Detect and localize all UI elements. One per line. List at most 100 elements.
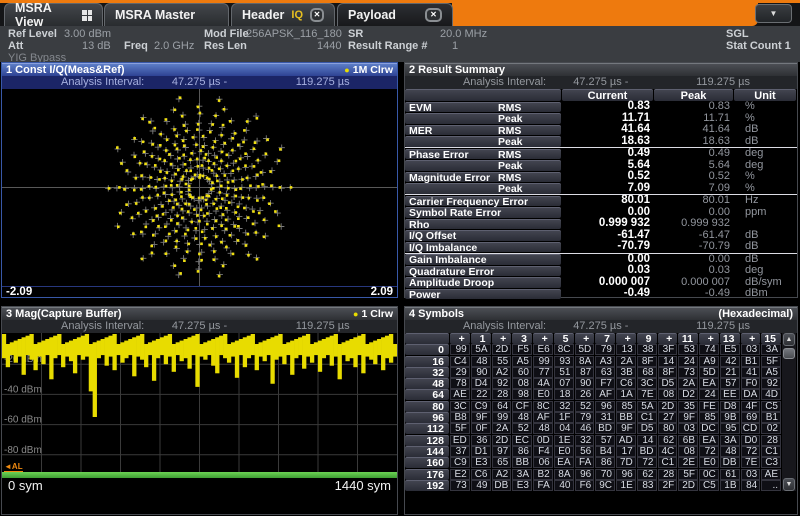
symbol-hex-cell: 2A bbox=[616, 356, 636, 367]
close-tab-icon[interactable]: ✕ bbox=[310, 8, 324, 22]
symbol-hex-cell: F5 bbox=[512, 344, 532, 355]
symbol-hex-cell: 9C bbox=[595, 480, 615, 491]
mag-trace-area[interactable]: -20 dBm-40 dBm-60 dBm-80 dBm bbox=[2, 333, 397, 472]
scroll-down-button[interactable]: ▼ bbox=[783, 478, 795, 491]
result-subtype: RMS bbox=[498, 103, 521, 114]
symbol-hex-cell: 72 bbox=[741, 446, 761, 457]
result-unit: dB bbox=[734, 124, 792, 136]
symbol-hex-cell: 21 bbox=[720, 367, 740, 378]
tab-header[interactable]: Header IQ ✕ bbox=[231, 3, 335, 26]
symbol-hex-cell: 64 bbox=[492, 401, 512, 412]
symbol-hex-cell: 27 bbox=[658, 412, 678, 423]
symbol-hex-cell: 26 bbox=[575, 389, 595, 400]
analysis-interval-from: 47.275 µs - bbox=[573, 76, 628, 88]
tab-label: Payload bbox=[348, 8, 396, 22]
x-axis-max: 2.09 bbox=[371, 287, 393, 297]
analysis-line-marker[interactable]: ◄AL bbox=[4, 462, 23, 472]
constellation-plot[interactable] bbox=[2, 89, 397, 286]
symbol-hex-cell: AF bbox=[533, 412, 553, 423]
result-peak-value: 18.63 bbox=[654, 136, 733, 148]
symbol-hex-cell: 08 bbox=[678, 446, 698, 457]
ref-level-value[interactable]: 3.00 dBm bbox=[64, 28, 111, 40]
result-subtype: Peak bbox=[498, 184, 523, 195]
symbols-titlebar[interactable]: 4 Symbols (Hexadecimal) bbox=[405, 307, 797, 320]
symbol-hex-cell: 3C bbox=[637, 378, 657, 389]
result-summary-titlebar[interactable]: 2 Result Summary bbox=[405, 63, 797, 76]
scrollbar-thumb[interactable] bbox=[783, 348, 795, 359]
result-row: Quadrature Error0.030.03deg bbox=[405, 265, 797, 277]
result-row: I/Q Offset-61.47-61.47dB bbox=[405, 230, 797, 242]
symbol-hex-cell: 62 bbox=[658, 435, 678, 446]
symbol-hex-cell: 1E bbox=[554, 435, 574, 446]
symbol-hex-cell: BB bbox=[616, 412, 636, 423]
symbol-hex-cell: 5F bbox=[761, 356, 781, 367]
scroll-up-button[interactable]: ▲ bbox=[783, 333, 795, 346]
tab-msra-view[interactable]: MSRA View bbox=[4, 3, 103, 26]
tab-payload[interactable]: Payload ✕ bbox=[337, 3, 453, 26]
close-tab-icon[interactable]: ✕ bbox=[425, 8, 442, 22]
symbol-hex-cell: 14 bbox=[637, 435, 657, 446]
symbol-hex-cell: 55 bbox=[492, 356, 512, 367]
mag-plot[interactable]: -20 dBm-40 dBm-60 dBm-80 dBm ◄AL 0 sym 1… bbox=[2, 333, 397, 493]
symbol-hex-cell: 60 bbox=[512, 367, 532, 378]
result-unit: dB bbox=[734, 230, 792, 242]
analysis-interval-label: Analysis Interval: bbox=[61, 76, 144, 88]
result-row: Gain Imbalance0.000.00dB bbox=[405, 253, 797, 266]
symbol-hex-cell: 2F bbox=[658, 480, 678, 491]
res-len-value[interactable]: 1440 bbox=[317, 40, 341, 52]
analysis-interval-bar: Analysis Interval: 47.275 µs - 119.275 µ… bbox=[2, 320, 397, 333]
symbol-hex-cell: 5F bbox=[678, 469, 698, 480]
result-current-value: 0.49 bbox=[562, 148, 653, 160]
symbol-hex-cell: C6 bbox=[616, 378, 636, 389]
result-subtype: Peak bbox=[498, 137, 523, 148]
mod-file-value[interactable]: 256APSK_116_180 bbox=[246, 28, 342, 40]
result-row: Carrier Frequency Error80.0180.01Hz bbox=[405, 194, 797, 207]
measurement-info-bar: Ref Level 3.00 dBm Mod File 256APSK_116_… bbox=[0, 26, 800, 62]
symbol-hex-cell: FE bbox=[699, 401, 719, 412]
result-label-cell: Gain Imbalance bbox=[405, 254, 561, 265]
symbol-hex-cell: E3 bbox=[512, 480, 532, 491]
result-name: Magnitude Error bbox=[409, 173, 490, 184]
symbol-hex-cell: C3 bbox=[761, 457, 781, 468]
symbols-column-header: 13 bbox=[720, 333, 740, 344]
symbol-hex-cell: 72 bbox=[699, 446, 719, 457]
freq-value[interactable]: 2.0 GHz bbox=[154, 40, 194, 52]
symbol-hex-cell: 9F bbox=[616, 423, 636, 434]
const-iq-titlebar[interactable]: 1 Const I/Q(Meas&Ref) ● 1M Clrw bbox=[2, 63, 397, 76]
result-current-value: 7.09 bbox=[562, 183, 653, 195]
result-current-value: 0.52 bbox=[562, 171, 653, 183]
symbol-hex-cell: 51 bbox=[554, 367, 574, 378]
symbols-row: 4878D492084A0790F7C63CD52AEA57F092 bbox=[405, 378, 781, 389]
symbols-column-header: + bbox=[575, 333, 595, 344]
result-name: EVM bbox=[409, 103, 432, 114]
symbol-hex-cell: 90 bbox=[575, 378, 595, 389]
constellation-x-axis: -2.09 2.09 bbox=[2, 286, 397, 297]
tab-msra-master[interactable]: MSRA Master bbox=[104, 3, 229, 26]
header-unit: Unit bbox=[734, 89, 796, 101]
result-peak-value: 80.01 bbox=[654, 195, 733, 207]
symbol-hex-cell: 4D bbox=[761, 389, 781, 400]
sr-label: SR bbox=[348, 28, 363, 40]
symbols-row: 1125F0F2A52480446BD9FD58003DC95CD02 bbox=[405, 423, 781, 434]
trace-mode-label: 1 Clrw bbox=[361, 308, 393, 320]
symbols-row: 96B89F9948AF1F7931BBC1279F859B69B1 bbox=[405, 412, 781, 423]
mag-capture-titlebar[interactable]: 3 Mag(Capture Buffer) ● 1 Clrw bbox=[2, 307, 397, 320]
symbols-scrollbar[interactable]: ▲ ▼ bbox=[782, 333, 796, 491]
att-value[interactable]: 13 dB bbox=[82, 40, 111, 52]
sr-value[interactable]: 20.0 MHz bbox=[440, 28, 487, 40]
result-name: I/Q Imbalance bbox=[409, 243, 477, 254]
tab-list-dropdown-button[interactable]: ▼ bbox=[755, 4, 792, 23]
symbol-hex-cell: 28 bbox=[761, 435, 781, 446]
symbol-hex-cell: 03 bbox=[678, 423, 698, 434]
symbol-hex-cell: 65 bbox=[492, 457, 512, 468]
symbols-row-address: 176 bbox=[405, 469, 449, 480]
result-peak-value: 0.999 932 bbox=[654, 218, 733, 230]
symbol-hex-cell: C4 bbox=[450, 356, 470, 367]
analysis-line-label: AL bbox=[12, 462, 23, 471]
result-label-cell: Power bbox=[405, 289, 561, 300]
symbol-hex-cell: F4 bbox=[533, 446, 553, 457]
symbol-hex-cell: C1 bbox=[658, 457, 678, 468]
result-row: EVMRMS0.830.83% bbox=[405, 101, 797, 113]
result-range-value[interactable]: 1 bbox=[452, 40, 458, 52]
symbol-hex-cell: E0 bbox=[554, 446, 574, 457]
